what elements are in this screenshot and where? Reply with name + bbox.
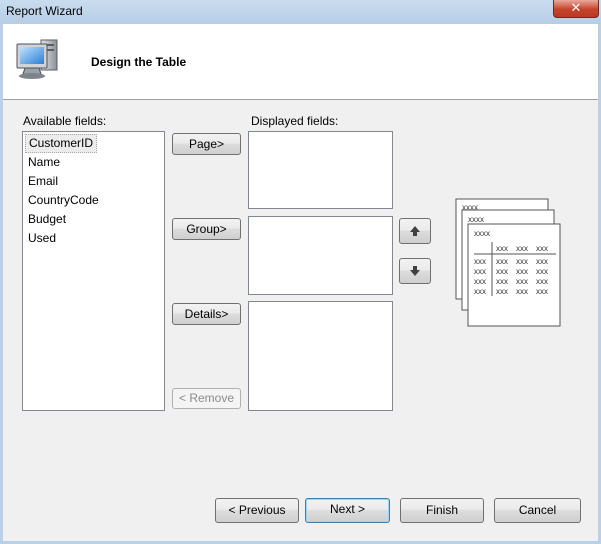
list-item-name[interactable]: Name xyxy=(23,153,164,172)
preview-header-2: xxxx xyxy=(468,215,484,224)
title-bar[interactable]: Report Wizard ✕ xyxy=(0,0,601,24)
details-fields-list[interactable] xyxy=(248,301,393,411)
preview-cell: xxx xyxy=(474,277,486,286)
page-fields-list[interactable] xyxy=(248,131,393,209)
displayed-fields-label: Displayed fields: xyxy=(251,114,339,128)
list-item-email[interactable]: Email xyxy=(23,172,164,191)
preview-cell: xxx xyxy=(536,244,548,253)
arrow-up-icon xyxy=(410,226,420,236)
available-fields-label: Available fields: xyxy=(23,114,107,128)
arrow-down-icon xyxy=(410,266,420,276)
preview-cell: xxx xyxy=(496,244,508,253)
available-fields-list[interactable]: CustomerID Name Email CountryCode Budget… xyxy=(22,131,165,411)
list-item-countrycode[interactable]: CountryCode xyxy=(23,191,164,210)
list-item-used[interactable]: Used xyxy=(23,229,164,248)
preview-cell: xxx xyxy=(474,267,486,276)
move-up-button[interactable] xyxy=(399,218,431,244)
preview-cell: xxx xyxy=(536,277,548,286)
cancel-button[interactable]: Cancel xyxy=(494,498,581,523)
window-frame-left xyxy=(0,24,3,544)
details-button[interactable]: Details> xyxy=(172,303,241,325)
preview-cell: xxx xyxy=(496,287,508,296)
list-item-customerid[interactable]: CustomerID xyxy=(25,134,97,153)
preview-cell: xxx xyxy=(496,277,508,286)
group-button[interactable]: Group> xyxy=(172,218,241,240)
preview-cell: xxx xyxy=(496,267,508,276)
page-button[interactable]: Page> xyxy=(172,133,241,155)
computer-monitor-icon xyxy=(16,39,58,79)
page-title: Design the Table xyxy=(91,55,187,69)
preview-cell: xxx xyxy=(516,267,528,276)
previous-button[interactable]: < Previous xyxy=(215,498,299,523)
close-button[interactable]: ✕ xyxy=(553,0,599,18)
preview-cell: xxx xyxy=(496,257,508,266)
wizard-header: Design the Table xyxy=(3,24,598,100)
preview-header-3: xxxx xyxy=(474,229,490,238)
preview-cell: xxx xyxy=(516,277,528,286)
preview-cell: xxx xyxy=(536,257,548,266)
preview-cell: xxx xyxy=(474,257,486,266)
preview-cell: xxx xyxy=(516,257,528,266)
list-item-budget[interactable]: Budget xyxy=(23,210,164,229)
group-fields-list[interactable] xyxy=(248,216,393,295)
window-title: Report Wizard xyxy=(6,4,83,18)
finish-button[interactable]: Finish xyxy=(400,498,484,523)
next-button[interactable]: Next > xyxy=(305,498,390,523)
preview-cell: xxx xyxy=(516,287,528,296)
remove-button[interactable]: < Remove xyxy=(172,388,241,409)
preview-cell: xxx xyxy=(516,244,528,253)
table-layout-preview-icon: xxxx xxxx xxxx xxx xxx xxxxxx xxx xxx xxxxxx x… xyxy=(455,198,561,327)
preview-cell: xxx xyxy=(474,287,486,296)
preview-cell: xxx xyxy=(536,287,548,296)
preview-cell: xxx xyxy=(536,267,548,276)
move-down-button[interactable] xyxy=(399,258,431,284)
